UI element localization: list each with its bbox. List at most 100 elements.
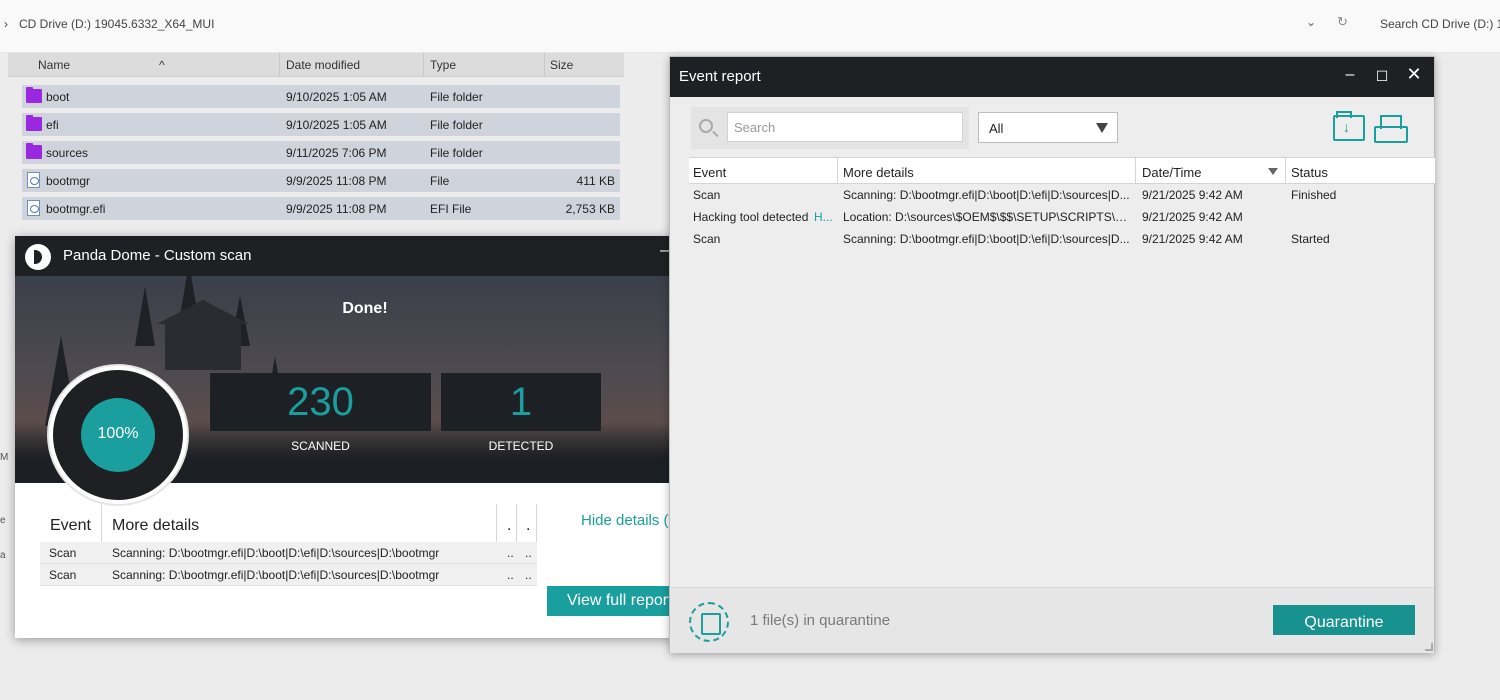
chevron-right-icon[interactable]: › bbox=[4, 17, 8, 31]
table-row[interactable]: Scan Scanning: D:\bootmgr.efi|D:\boot|D:… bbox=[40, 542, 537, 564]
file-type: File folder bbox=[430, 118, 483, 132]
resize-grip-icon[interactable] bbox=[1425, 643, 1433, 651]
chevron-down-icon[interactable]: ⌄ bbox=[1306, 15, 1316, 29]
dropdown-arrow-icon bbox=[1096, 123, 1108, 133]
minimize-icon[interactable]: – bbox=[1340, 66, 1360, 84]
threat-name-link[interactable]: H... bbox=[814, 210, 834, 224]
quarantine-icon bbox=[689, 602, 729, 642]
row-details: Scanning: D:\bootmgr.efi|D:\boot|D:\efi|… bbox=[843, 232, 1130, 246]
search-input[interactable] bbox=[727, 112, 963, 142]
file-row[interactable]: boot 9/10/2025 1:05 AM File folder bbox=[22, 85, 620, 108]
file-type: File folder bbox=[430, 146, 483, 160]
header-status[interactable]: Status bbox=[1291, 165, 1328, 180]
file-name: efi bbox=[46, 118, 59, 132]
print-icon[interactable] bbox=[1374, 115, 1408, 143]
folder-icon bbox=[26, 87, 42, 103]
header-col3[interactable]: . bbox=[507, 517, 511, 535]
file-size: 411 KB bbox=[576, 174, 615, 188]
table-row[interactable]: Hacking tool detected H... Location: D:\… bbox=[689, 206, 1435, 228]
detected-stat: 1 DETECTED bbox=[441, 373, 601, 453]
detected-label: DETECTED bbox=[488, 439, 554, 453]
column-date-modified[interactable]: Date modified bbox=[286, 58, 360, 72]
panda-scan-window: Panda Dome - Custom scan – Done! 230 SCA… bbox=[15, 236, 695, 638]
search-box bbox=[691, 107, 969, 149]
event-table-header: Event More details Date/Time Status bbox=[689, 157, 1435, 184]
quarantine-footer: 1 file(s) in quarantine Quarantine bbox=[670, 587, 1434, 653]
row-col4: .. bbox=[525, 546, 532, 560]
event-report-title: Event report bbox=[679, 68, 761, 85]
row-datetime: 9/21/2025 9:42 AM bbox=[1142, 232, 1243, 246]
file-row[interactable]: efi 9/10/2025 1:05 AM File folder bbox=[22, 113, 620, 136]
sidebar-glyph: e bbox=[0, 515, 6, 526]
close-icon[interactable]: ✕ bbox=[1404, 64, 1424, 85]
column-name[interactable]: Name bbox=[38, 58, 70, 72]
file-date: 9/9/2025 11:08 PM bbox=[286, 202, 387, 216]
house-illustration bbox=[157, 300, 249, 370]
row-event: Hacking tool detected bbox=[693, 210, 809, 224]
header-event[interactable]: Event bbox=[50, 517, 91, 535]
scanned-label: SCANNED bbox=[291, 439, 350, 453]
folder-icon bbox=[26, 115, 42, 131]
file-list-header: ^ Name Date modified Type Size bbox=[8, 53, 624, 77]
header-datetime[interactable]: Date/Time bbox=[1142, 165, 1201, 180]
row-col3: .. bbox=[507, 568, 514, 582]
file-type: EFI File bbox=[430, 202, 472, 216]
panda-window-title: Panda Dome - Custom scan bbox=[63, 247, 252, 264]
file-row[interactable]: sources 9/11/2025 7:06 PM File folder bbox=[22, 141, 620, 164]
maximize-icon[interactable]: ☐ bbox=[1372, 68, 1392, 85]
file-date: 9/11/2025 7:06 PM bbox=[286, 146, 387, 160]
row-col4: .. bbox=[525, 568, 532, 582]
row-event: Scan bbox=[693, 188, 721, 202]
search-icon bbox=[699, 119, 713, 133]
sidebar-glyph: a bbox=[0, 550, 6, 561]
file-name: boot bbox=[46, 90, 70, 104]
sort-up-icon: ^ bbox=[159, 58, 165, 72]
row-details: Scanning: D:\bootmgr.efi|D:\boot|D:\efi|… bbox=[112, 568, 440, 582]
file-icon bbox=[27, 200, 40, 216]
address-path[interactable]: CD Drive (D:) 19045.6332_X64_MUI bbox=[19, 17, 214, 31]
file-size: 2,753 KB bbox=[565, 202, 615, 216]
row-details: Location: D:\sources\$OEM$\$$\SETUP\SCRI… bbox=[843, 210, 1133, 224]
row-details: Scanning: D:\bootmgr.efi|D:\boot|D:\efi|… bbox=[112, 546, 440, 560]
column-type[interactable]: Type bbox=[430, 58, 456, 72]
explorer-address-bar: › CD Drive (D:) 19045.6332_X64_MUI ⌄ ↻ S… bbox=[0, 0, 1500, 53]
folder-icon bbox=[26, 143, 42, 159]
panda-titlebar[interactable]: Panda Dome - Custom scan – bbox=[15, 236, 695, 276]
row-status: Started bbox=[1291, 232, 1330, 246]
panda-logo-icon bbox=[25, 244, 51, 270]
table-row[interactable]: Scan Scanning: D:\bootmgr.efi|D:\boot|D:… bbox=[689, 228, 1435, 250]
file-name: bootmgr bbox=[46, 174, 91, 188]
minimize-icon[interactable]: – bbox=[660, 242, 669, 260]
scan-progress-ring: 100% bbox=[49, 366, 187, 504]
row-event: Scan bbox=[49, 546, 77, 560]
scanned-stat: 230 SCANNED bbox=[210, 373, 431, 453]
hide-details-link[interactable]: Hide details ( bbox=[581, 512, 669, 529]
file-name: bootmgr.efi bbox=[46, 202, 106, 216]
file-row[interactable]: bootmgr.efi 9/9/2025 11:08 PM EFI File 2… bbox=[22, 197, 620, 220]
table-row[interactable]: Scan Scanning: D:\bootmgr.efi|D:\boot|D:… bbox=[689, 184, 1435, 206]
header-more-details[interactable]: More details bbox=[112, 517, 199, 535]
file-icon bbox=[27, 172, 40, 188]
event-report-window: Event report – ☐ ✕ All Event More detail… bbox=[669, 56, 1435, 653]
row-event: Scan bbox=[49, 568, 77, 582]
row-details: Scanning: D:\bootmgr.efi|D:\boot|D:\efi|… bbox=[843, 188, 1130, 202]
filter-value: All bbox=[989, 121, 1004, 136]
file-type: File bbox=[430, 174, 450, 188]
header-event[interactable]: Event bbox=[693, 165, 726, 180]
row-datetime: 9/21/2025 9:42 AM bbox=[1142, 188, 1243, 202]
column-size[interactable]: Size bbox=[550, 58, 573, 72]
refresh-icon[interactable]: ↻ bbox=[1337, 14, 1348, 30]
table-row[interactable]: Scan Scanning: D:\bootmgr.efi|D:\boot|D:… bbox=[40, 564, 537, 586]
file-row[interactable]: bootmgr 9/9/2025 11:08 PM File 411 KB bbox=[22, 169, 620, 192]
event-filter-select[interactable]: All bbox=[978, 112, 1118, 143]
explorer-search-input[interactable]: Search CD Drive (D:) 19 bbox=[1380, 17, 1500, 31]
export-folder-icon[interactable] bbox=[1333, 111, 1365, 141]
sidebar-glyph: M bbox=[0, 452, 9, 463]
sort-down-icon bbox=[1268, 168, 1278, 175]
header-col4[interactable]: . bbox=[526, 517, 530, 535]
row-datetime: 9/21/2025 9:42 AM bbox=[1142, 210, 1243, 224]
event-report-titlebar[interactable]: Event report – ☐ ✕ bbox=[670, 57, 1434, 97]
header-more-details[interactable]: More details bbox=[843, 165, 914, 180]
quarantine-button[interactable]: Quarantine bbox=[1273, 605, 1415, 635]
row-status: Finished bbox=[1291, 188, 1337, 202]
